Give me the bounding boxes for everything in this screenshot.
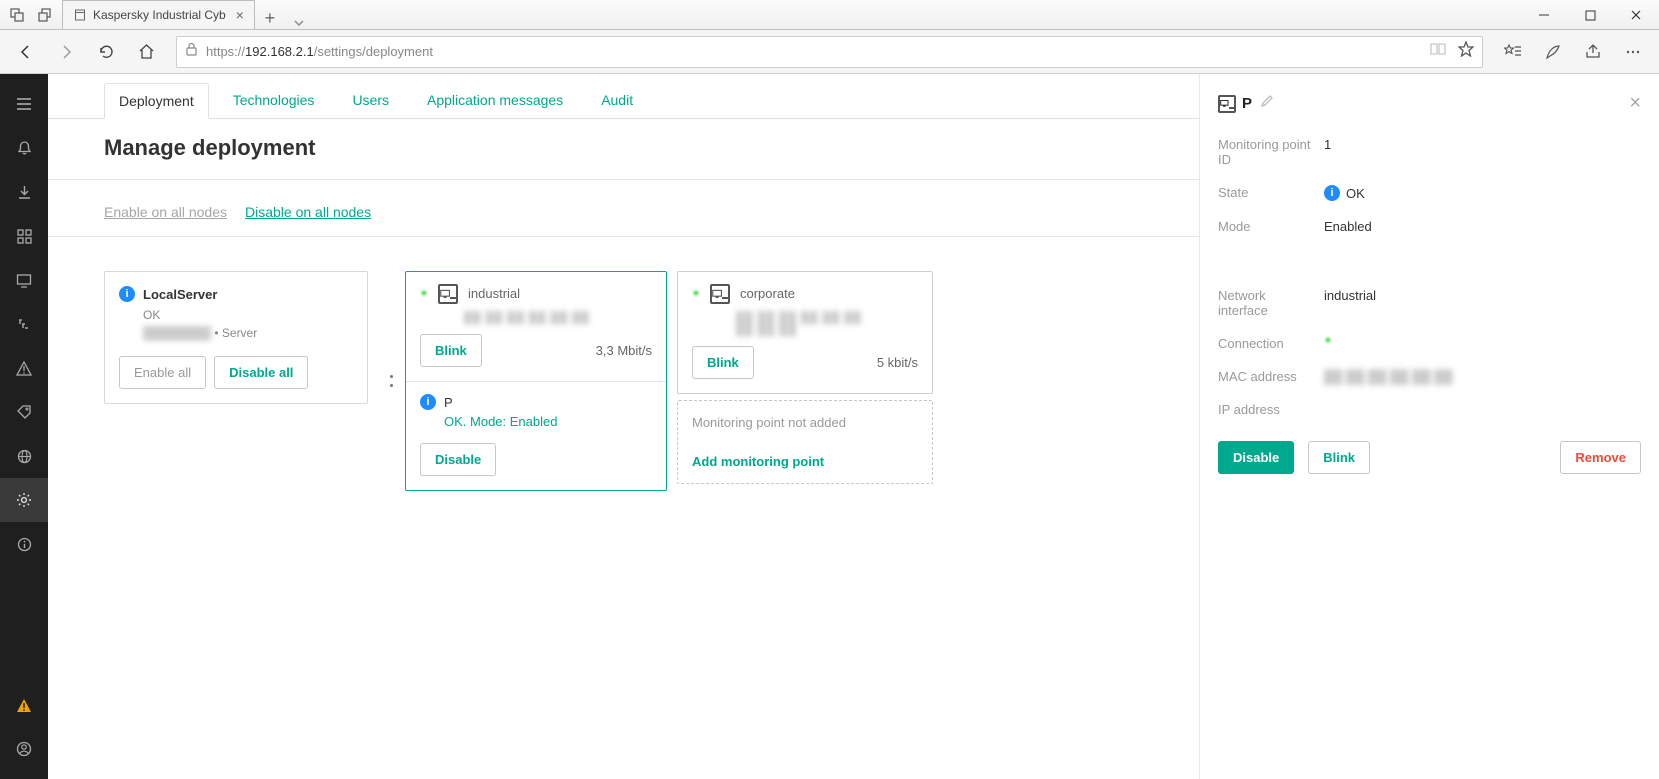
sidebar	[0, 74, 48, 779]
label-mac: MAC address	[1218, 369, 1312, 384]
label-ip: IP address	[1218, 402, 1312, 417]
favorite-star-icon[interactable]	[1458, 41, 1474, 62]
value-connection	[1324, 336, 1641, 344]
details-title: P	[1242, 95, 1252, 112]
sidebar-menu-icon[interactable]	[0, 82, 48, 126]
sidebar-user-icon[interactable]	[0, 727, 48, 771]
sidebar-download-icon[interactable]	[0, 170, 48, 214]
close-window-button[interactable]	[1613, 0, 1659, 30]
iface-rate: 5 kbit/s	[877, 355, 918, 370]
maximize-button[interactable]	[1567, 0, 1613, 30]
browser-tab[interactable]: Kaspersky Industrial Cyb ×	[62, 0, 255, 29]
label-mp-id: Monitoring point ID	[1218, 137, 1312, 167]
home-button[interactable]	[128, 34, 164, 70]
mp-not-added-text: Monitoring point not added	[692, 415, 918, 430]
info-icon: i	[1324, 185, 1340, 201]
sidebar-warning-badge-icon[interactable]	[0, 683, 48, 727]
sidebar-info-icon[interactable]	[0, 522, 48, 566]
mp-status: OK. Mode: Enabled	[420, 414, 652, 429]
close-tab-icon[interactable]: ×	[236, 7, 244, 23]
sidebar-tree-icon[interactable]	[0, 302, 48, 346]
label-state: State	[1218, 185, 1312, 200]
server-card: i LocalServer OK ████████ • Server Enabl…	[104, 271, 368, 404]
tab-technologies[interactable]: Technologies	[219, 83, 329, 118]
share-icon[interactable]	[1575, 34, 1611, 70]
label-connection: Connection	[1218, 336, 1312, 351]
blink-button[interactable]: Blink	[692, 346, 754, 379]
blink-button[interactable]: Blink	[420, 334, 482, 367]
label-iface: Network interface	[1218, 288, 1312, 318]
tab-users[interactable]: Users	[338, 83, 403, 118]
iface-name: corporate	[740, 286, 795, 301]
edit-icon[interactable]	[1260, 94, 1274, 113]
iface-rate: 3,3 Mbit/s	[596, 343, 652, 358]
nic-icon	[710, 284, 730, 304]
tab-audit[interactable]: Audit	[587, 83, 647, 118]
sidebar-globe-icon[interactable]	[0, 434, 48, 478]
monitoring-point-block: i P OK. Mode: Enabled Disable	[406, 381, 666, 490]
mp-disable-button[interactable]: Disable	[420, 443, 496, 476]
value-mac-blurred: ██ ██ ██ ██ ██ ██	[1324, 369, 1641, 384]
tab-title: Kaspersky Industrial Cyb	[93, 8, 226, 22]
nic-icon	[438, 284, 458, 304]
nic-icon	[1218, 95, 1236, 113]
server-status: OK	[119, 306, 353, 324]
disable-all-button[interactable]: Disable all	[214, 356, 308, 389]
info-icon: i	[119, 286, 135, 302]
close-panel-icon[interactable]: ×	[1629, 92, 1641, 115]
iface-mac-blurred: ██ ██ ██ ██ ██ ████ ██ ██	[692, 312, 918, 336]
favorites-list-icon[interactable]	[1495, 34, 1531, 70]
details-disable-button[interactable]: Disable	[1218, 441, 1294, 474]
back-button[interactable]	[8, 34, 44, 70]
sidebar-alerts-icon[interactable]	[0, 126, 48, 170]
disable-all-nodes-link[interactable]: Disable on all nodes	[245, 204, 371, 220]
minimize-button[interactable]	[1521, 0, 1567, 30]
refresh-button[interactable]	[88, 34, 124, 70]
enable-all-button[interactable]: Enable all	[119, 356, 206, 389]
iface-name: industrial	[468, 286, 520, 301]
iface-mac-blurred: ██ ██ ██ ██ ██ ██	[420, 312, 652, 324]
tab-app-messages[interactable]: Application messages	[413, 83, 577, 118]
iface-card-industrial[interactable]: industrial ██ ██ ██ ██ ██ ██ Blink 3,3 M…	[405, 271, 667, 491]
lock-icon	[185, 42, 198, 61]
mp-name: P	[444, 395, 453, 410]
tab-deployment[interactable]: Deployment	[104, 83, 209, 119]
window-group-icon[interactable]	[6, 4, 28, 26]
forward-button[interactable]	[48, 34, 84, 70]
sidebar-warn-icon[interactable]	[0, 346, 48, 390]
details-blink-button[interactable]: Blink	[1308, 441, 1370, 474]
value-mode: Enabled	[1324, 219, 1641, 234]
iface-card-corporate[interactable]: corporate ██ ██ ██ ██ ██ ████ ██ ██ Blin…	[677, 271, 933, 394]
sidebar-dashboard-icon[interactable]	[0, 214, 48, 258]
details-panel: P × Monitoring point ID 1 State iOK Mode…	[1199, 74, 1659, 779]
more-icon[interactable]	[1615, 34, 1651, 70]
status-online-icon	[1324, 336, 1332, 344]
sidebar-settings-icon[interactable]	[0, 478, 48, 522]
new-tab-button[interactable]: +	[255, 8, 285, 29]
sidebar-monitor-icon[interactable]	[0, 258, 48, 302]
label-mode: Mode	[1218, 219, 1312, 234]
value-mp-id: 1	[1324, 137, 1641, 152]
status-online-icon	[692, 289, 700, 297]
sidebar-tag-icon[interactable]	[0, 390, 48, 434]
status-online-icon	[420, 289, 428, 297]
page-icon	[73, 8, 87, 22]
address-bar[interactable]: https://192.168.2.1/settings/deployment	[176, 36, 1483, 68]
url-text: https://192.168.2.1/settings/deployment	[206, 44, 433, 59]
server-name: LocalServer	[143, 287, 217, 302]
details-remove-button[interactable]: Remove	[1560, 441, 1641, 474]
reading-view-icon[interactable]	[1430, 42, 1446, 61]
info-icon: i	[420, 394, 436, 410]
tabs-chevron-icon[interactable]	[285, 17, 313, 29]
server-subline: ████████ • Server	[119, 324, 353, 342]
notes-icon[interactable]	[1535, 34, 1571, 70]
drag-handle-icon[interactable]	[390, 375, 393, 387]
value-state: iOK	[1324, 185, 1641, 201]
window-group2-icon[interactable]	[34, 4, 56, 26]
add-monitoring-point-link[interactable]: Add monitoring point	[692, 454, 918, 469]
value-iface: industrial	[1324, 288, 1641, 303]
enable-all-nodes-link: Enable on all nodes	[104, 204, 227, 220]
add-monitoring-point-card: Monitoring point not added Add monitorin…	[677, 400, 933, 484]
